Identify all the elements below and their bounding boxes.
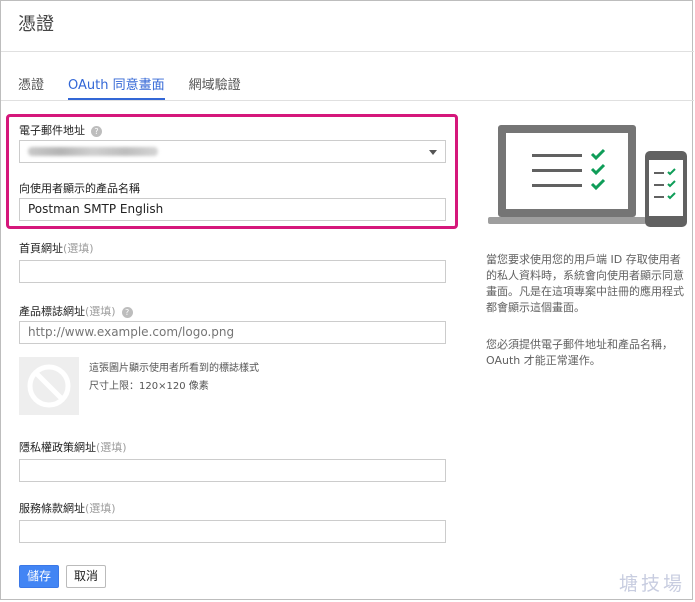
optional-tag: (選填) xyxy=(63,242,94,255)
optional-tag: (選填) xyxy=(85,305,116,318)
consent-illustration xyxy=(488,125,687,227)
page-title: 憑證 xyxy=(18,14,54,35)
question-circle-icon[interactable]: ? xyxy=(91,125,102,137)
email-label: 電子郵件地址? xyxy=(19,122,102,138)
tab-oauth-consent[interactable]: OAuth 同意畫面 xyxy=(68,74,165,100)
logo-url-label: 產品標誌網址(選填)? xyxy=(19,303,133,319)
phone-icon xyxy=(645,151,687,227)
terms-input[interactable] xyxy=(19,520,446,543)
logo-preview xyxy=(19,357,79,415)
tab-bar: 憑證 OAuth 同意畫面 網域驗證 xyxy=(18,74,265,100)
homepage-label: 首頁網址(選填) xyxy=(19,240,94,256)
tab-domain-verification[interactable]: 網域驗證 xyxy=(189,74,241,100)
privacy-policy-label-text: 隱私權政策網址 xyxy=(19,441,96,454)
homepage-label-text: 首頁網址 xyxy=(19,242,63,255)
logo-hint-text: 這張圖片顯示使用者所看到的標誌樣式 xyxy=(89,363,259,374)
homepage-input[interactable] xyxy=(19,260,446,283)
privacy-policy-label: 隱私權政策網址(選填) xyxy=(19,439,127,455)
product-name-label: 向使用者顯示的產品名稱 xyxy=(19,182,140,195)
logo-url-input[interactable]: http://www.example.com/logo.png xyxy=(19,321,446,344)
cancel-button[interactable]: 取消 xyxy=(66,565,106,588)
question-circle-icon[interactable]: ? xyxy=(121,306,133,318)
requirement-note: 您必須提供電子郵件地址和產品名稱，OAuth 才能正常運作。 xyxy=(486,338,673,367)
save-button[interactable]: 儲存 xyxy=(19,565,59,588)
email-select[interactable] xyxy=(19,140,446,163)
consent-description: 當您要求使用您的用戶端 ID 存取使用者的私人資料時，系統會向使用者顯示同意畫面… xyxy=(486,253,684,314)
privacy-policy-input[interactable] xyxy=(19,459,446,482)
prohibited-icon xyxy=(27,364,71,408)
product-name-input[interactable]: Postman SMTP English xyxy=(19,198,446,221)
optional-tag: (選填) xyxy=(96,441,127,454)
title-divider xyxy=(1,51,694,52)
logo-size-hint: 尺寸上限：120×120 像素 xyxy=(89,381,209,392)
blurred-email-value xyxy=(28,147,158,156)
tab-credentials[interactable]: 憑證 xyxy=(18,74,44,100)
caret-down-icon xyxy=(429,150,437,155)
optional-tag: (選填) xyxy=(85,502,116,515)
logo-url-label-text: 產品標誌網址 xyxy=(19,305,85,318)
tabs-divider xyxy=(1,100,694,101)
terms-label: 服務條款網址(選填) xyxy=(19,500,116,516)
watermark-text: 塘技場 xyxy=(618,573,685,595)
terms-label-text: 服務條款網址 xyxy=(19,502,85,515)
email-label-text: 電子郵件地址 xyxy=(19,124,85,137)
laptop-icon xyxy=(488,125,646,224)
